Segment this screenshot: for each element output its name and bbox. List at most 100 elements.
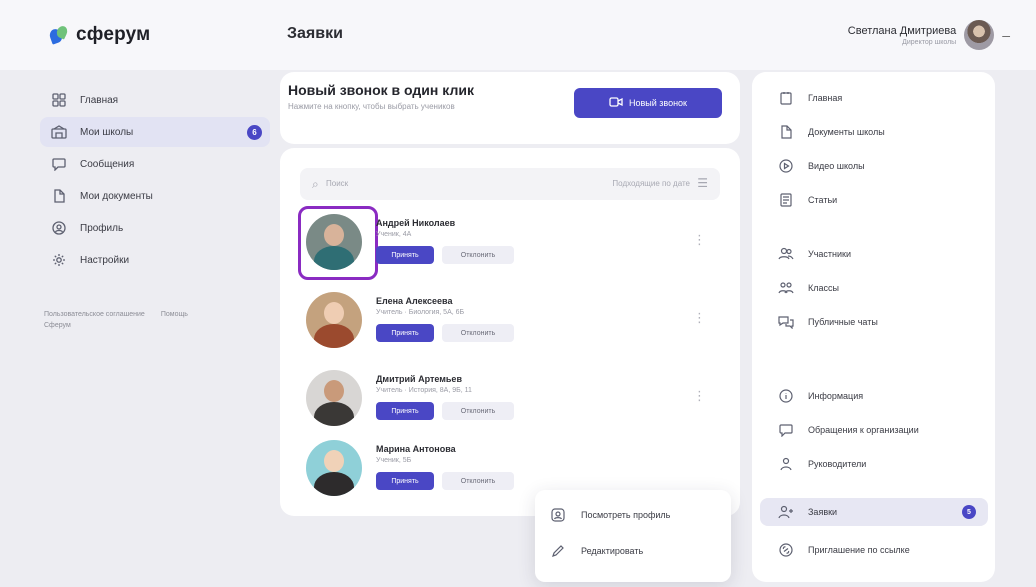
school-nav-card: Главная Документы школы Видео школы Стат… — [752, 72, 995, 582]
request-name: Марина Антонова — [376, 444, 456, 454]
info-icon — [778, 388, 794, 404]
new-call-button[interactable]: Новый звонок — [574, 88, 722, 118]
school-nav-public-chats[interactable]: Публичные чаты — [760, 308, 988, 336]
accept-button[interactable]: Принять — [376, 246, 434, 264]
new-call-button-label: Новый звонок — [628, 98, 687, 108]
sidebar-item-label: Главная — [80, 94, 119, 106]
invite-link-icon — [778, 542, 794, 558]
more-options-icon[interactable]: ⋮ — [693, 388, 706, 404]
search-bar[interactable]: ⌕ Поиск Подходящие по дате ☰ — [300, 168, 720, 200]
sidebar-item-label: Мои документы — [80, 190, 153, 202]
school-nav-label: Статьи — [808, 195, 838, 205]
chevron-down-icon[interactable]: – — [1002, 27, 1010, 43]
school-nav-articles[interactable]: Статьи — [760, 186, 988, 214]
notification-badge: 6 — [247, 125, 262, 140]
request-avatar[interactable] — [306, 370, 362, 426]
requests-card: ⌕ Поиск Подходящие по дате ☰ Андрей Нико… — [280, 148, 740, 516]
logo-text: сферум — [76, 24, 151, 45]
user-menu[interactable]: Светлана Дмитриева Директор школы – — [848, 20, 1010, 50]
home-icon — [778, 90, 794, 106]
menu-item-view-profile[interactable]: Посмотреть профиль — [551, 508, 670, 522]
footer-copyright: Сферум — [44, 322, 71, 329]
filter-icon[interactable]: ☰ — [697, 176, 708, 190]
left-sidebar: Главная Мои школы 6 Сообщения Мои докуме… — [40, 85, 270, 329]
accept-button[interactable]: Принять — [376, 472, 434, 490]
managers-icon — [778, 456, 794, 472]
school-nav-requests[interactable]: Заявки 5 — [760, 498, 988, 526]
school-nav-label: Классы — [808, 283, 839, 293]
menu-item-label: Посмотреть профиль — [581, 510, 671, 520]
sidebar-item-settings[interactable]: Настройки — [40, 245, 270, 275]
document-icon — [50, 187, 68, 205]
public-chats-icon — [778, 314, 794, 330]
sidebar-item-label: Мои школы — [80, 126, 134, 138]
school-nav-label: Заявки — [808, 507, 838, 517]
accept-button[interactable]: Принять — [376, 402, 434, 420]
add-user-icon — [778, 504, 794, 520]
school-nav-managers[interactable]: Руководители — [760, 450, 988, 478]
request-meta: Учитель · История, 8А, 9Б, 11 — [376, 387, 472, 394]
sidebar-item-main[interactable]: Главная — [40, 85, 270, 115]
school-nav-label: Руководители — [808, 459, 867, 469]
request-name: Елена Алексеева — [376, 296, 453, 306]
request-avatar[interactable] — [306, 440, 362, 496]
school-icon — [50, 123, 68, 141]
request-item: Елена Алексеева Учитель · Биология, 5А, … — [300, 286, 720, 356]
document-icon — [778, 124, 794, 140]
sort-dropdown[interactable]: Подходящие по дате — [612, 179, 690, 188]
sidebar-footer: Пользовательское соглашение Помощь Сферу… — [40, 311, 270, 329]
reject-button[interactable]: Отклонить — [442, 402, 514, 420]
search-icon: ⌕ — [312, 177, 319, 191]
call-card-subtitle: Нажмите на кнопку, чтобы выбрать ученико… — [288, 102, 455, 111]
request-meta: Ученик, 5Б — [376, 457, 412, 464]
context-menu: Посмотреть профиль Редактировать — [535, 490, 731, 582]
school-nav-documents[interactable]: Документы школы — [760, 118, 988, 146]
school-nav-invite-link[interactable]: Приглашение по ссылке — [760, 536, 988, 564]
menu-item-edit[interactable]: Редактировать — [551, 544, 643, 558]
school-nav-label: Участники — [808, 249, 851, 259]
participants-icon — [778, 246, 794, 262]
gear-icon — [50, 251, 68, 269]
search-input[interactable]: Поиск — [326, 179, 348, 188]
reject-button[interactable]: Отклонить — [442, 246, 514, 264]
school-nav-appeals[interactable]: Обращения к организации — [760, 416, 988, 444]
video-camera-icon — [609, 97, 623, 109]
new-call-card: Новый звонок в один клик Нажмите на кноп… — [280, 72, 740, 144]
more-options-icon[interactable]: ⋮ — [693, 310, 706, 326]
sidebar-item-messages[interactable]: Сообщения — [40, 149, 270, 179]
logo-mark-icon — [47, 24, 70, 45]
user-name: Светлана Дмитриева — [847, 24, 957, 37]
school-nav-label: Информация — [808, 391, 864, 401]
request-item: Андрей Николаев Ученик, 4А Принять Откло… — [298, 206, 720, 280]
reject-button[interactable]: Отклонить — [442, 324, 514, 342]
request-meta: Учитель · Биология, 5А, 6Б — [376, 309, 465, 316]
school-nav-main[interactable]: Главная — [760, 84, 988, 112]
school-nav-classes[interactable]: Классы — [760, 274, 988, 302]
request-name: Дмитрий Артемьев — [376, 374, 462, 384]
accept-button[interactable]: Принять — [376, 324, 434, 342]
sidebar-item-profile[interactable]: Профиль — [40, 213, 270, 243]
footer-link-agreement[interactable]: Пользовательское соглашение — [44, 311, 145, 318]
play-icon — [778, 158, 794, 174]
school-nav-label: Публичные чаты — [808, 317, 878, 327]
avatar[interactable] — [964, 20, 995, 50]
articles-icon — [778, 192, 794, 208]
request-avatar[interactable] — [306, 292, 362, 348]
appeals-icon — [778, 422, 794, 438]
pencil-icon — [551, 544, 565, 558]
reject-button[interactable]: Отклонить — [442, 472, 514, 490]
more-options-icon[interactable]: ⋮ — [693, 232, 706, 248]
avatar-highlight-frame — [298, 206, 378, 280]
school-nav-video[interactable]: Видео школы — [760, 152, 988, 180]
footer-link-help[interactable]: Помощь — [161, 311, 188, 318]
request-item: Дмитрий Артемьев Учитель · История, 8А, … — [300, 364, 720, 434]
sidebar-item-my-schools[interactable]: Мои школы 6 — [40, 117, 270, 147]
request-meta: Ученик, 4А — [376, 231, 412, 238]
school-nav-participants[interactable]: Участники — [760, 240, 988, 268]
sidebar-item-my-documents[interactable]: Мои документы — [40, 181, 270, 211]
sferum-logo[interactable]: сферум — [47, 24, 151, 46]
call-card-title: Новый звонок в один клик — [288, 82, 474, 98]
school-nav-label: Документы школы — [808, 127, 885, 137]
school-nav-info[interactable]: Информация — [760, 382, 988, 410]
notification-badge: 5 — [962, 505, 976, 519]
